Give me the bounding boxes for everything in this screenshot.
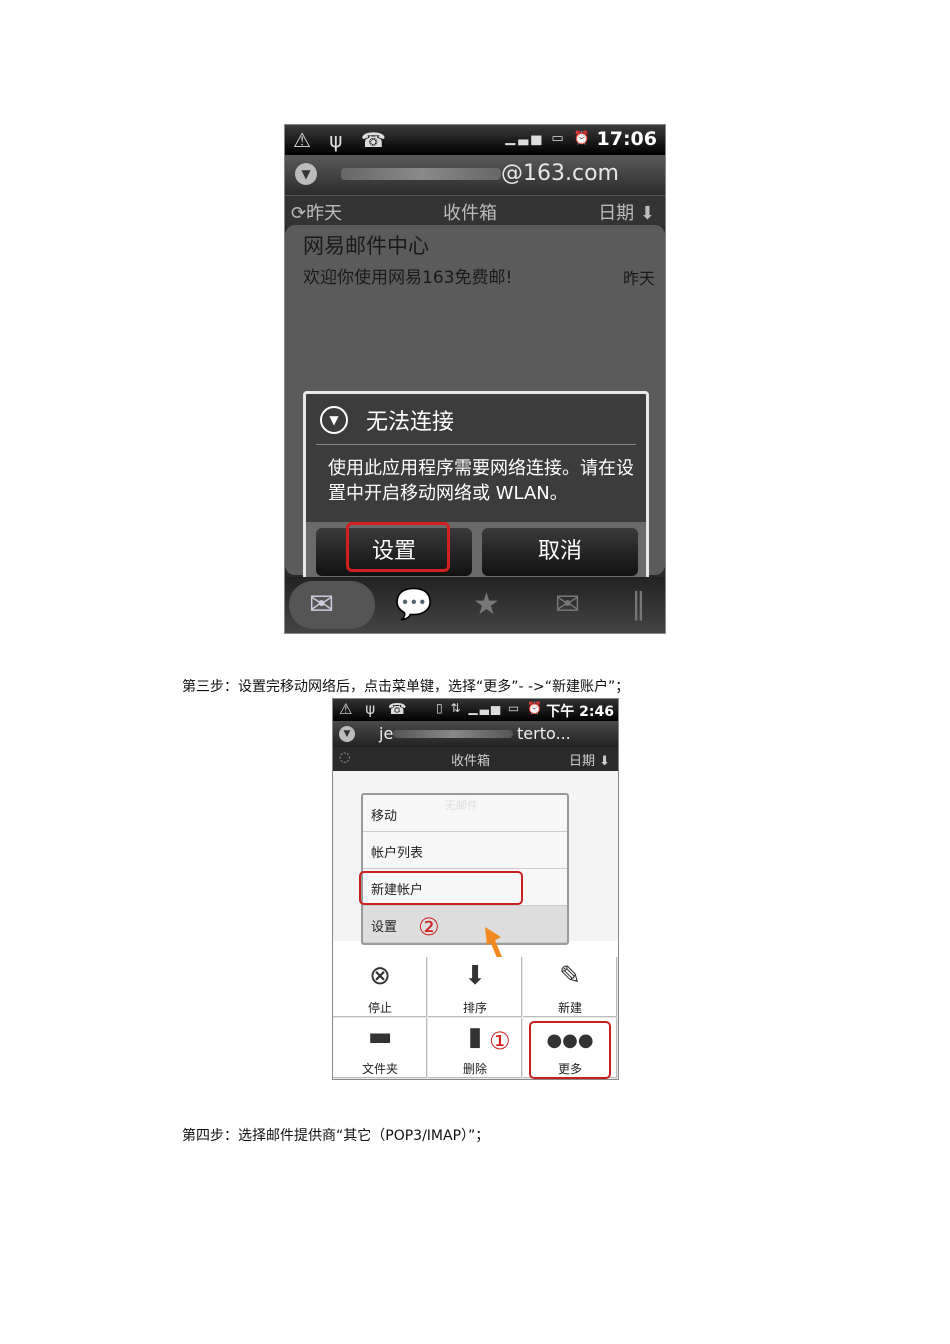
account-prefix: je — [379, 724, 394, 743]
notification-icons: ⚠ ψ ☎ — [339, 700, 411, 718]
refresh-icon[interactable]: ◌ — [339, 750, 350, 765]
divider — [316, 444, 636, 445]
pencil-icon: ✎ — [559, 961, 581, 991]
chevron-down-icon: ▼ — [320, 406, 348, 434]
attachment-icon[interactable]: ∥ — [631, 587, 646, 622]
mail-icon[interactable]: ✉ — [309, 587, 334, 622]
menu-item-move[interactable]: 移动 — [363, 795, 567, 832]
connection-error-dialog: ▼ 无法连接 使用此应用程序需要网络连接。请在设置中开启移动网络或 WLAN。 … — [303, 391, 649, 585]
step-marker-1: ① — [489, 1027, 511, 1055]
chevron-down-icon[interactable]: ▼ — [295, 163, 317, 185]
option-label: 文件夹 — [361, 1062, 398, 1076]
status-bar: ⚠ ψ ☎ ▁▃▅ ▭ ⏰ 17:06 — [285, 125, 665, 155]
step-4-caption: 第四步：选择邮件提供商“其它（POP3/IMAP）”； — [182, 1128, 490, 1144]
sort-icon: ⬇ — [464, 961, 486, 991]
step-3-caption: 第三步：设置完移动网络后，点击菜单键，选择“更多”- ->“新建账户”； — [182, 679, 630, 695]
dialog-message: 使用此应用程序需要网络连接。请在设置中开启移动网络或 WLAN。 — [328, 458, 634, 504]
inbox-title: 收件箱 — [451, 754, 491, 769]
option-label: 新建 — [557, 1001, 582, 1015]
account-suffix: terto... — [517, 724, 571, 743]
chevron-down-icon[interactable]: ▼ — [339, 726, 355, 742]
sort-by-date[interactable]: 日期 ⬇ — [598, 199, 655, 225]
mailbox-header: ◌ 收件箱 日期 ⬇ — [333, 747, 618, 771]
status-time: 下午 2:46 — [546, 704, 614, 720]
screenshot-connection-error: ⚠ ψ ☎ ▁▃▅ ▭ ⏰ 17:06 ▼ @163.com ⟳昨天 收件箱 日… — [284, 124, 666, 634]
menu-item-label: 设置 — [371, 920, 398, 935]
highlight-box — [359, 871, 523, 905]
folder-icon: ▬ — [367, 1022, 393, 1052]
menu-item-settings[interactable]: 设置 — [363, 906, 567, 943]
blurred-email — [341, 168, 501, 180]
screenshot-menu: ⚠ ψ ☎ ▯ ⇅ ▁▃▅ ▭ ⏰ 下午 2:46 ▼ je terto... … — [332, 698, 619, 1080]
status-time: 17:06 — [596, 128, 657, 150]
highlight-box — [529, 1021, 611, 1079]
starred-mail-icon[interactable]: ★ — [473, 587, 500, 622]
account-bar[interactable]: ▼ @163.com — [285, 155, 665, 195]
menu-item-label: 帐户列表 — [371, 846, 424, 861]
more-menu: 无邮件 移动 帐户列表 新建帐户 设置 — [361, 793, 569, 945]
signal-battery-alarm-icons: ▁▃▅ ▭ ⏰ — [505, 131, 593, 146]
blurred-email — [393, 730, 513, 738]
menu-item-account-list[interactable]: 帐户列表 — [363, 832, 567, 869]
message-list: 网易邮件中心 欢迎你使用网易163免费邮! 昨天 ▼ 无法连接 使用此应用程序需… — [285, 225, 665, 585]
account-bar[interactable]: ▼ je terto... — [333, 721, 618, 747]
message-date: 昨天 — [622, 269, 655, 288]
chat-icon[interactable]: 💬 — [395, 587, 432, 622]
status-bar: ⚠ ψ ☎ ▯ ⇅ ▁▃▅ ▭ ⏰ 下午 2:46 — [333, 699, 618, 721]
message-preview: 欢迎你使用网易163免费邮! — [303, 268, 513, 288]
status-icons: ▯ ⇅ ▁▃▅ ▭ ⏰ — [436, 701, 544, 715]
option-label: 排序 — [462, 1001, 487, 1015]
bottom-tab-bar: ✉ 💬 ★ ✉ ∥ — [285, 577, 665, 633]
sort-by-date[interactable]: 日期 ⬇ — [569, 750, 610, 769]
message-sender: 网易邮件中心 — [303, 234, 429, 258]
stop-option[interactable]: ⊗ 停止 — [333, 957, 427, 1017]
option-label: 删除 — [462, 1062, 487, 1076]
dialog-button-area: 设置 取消 — [306, 522, 646, 582]
refresh-yesterday[interactable]: ⟳昨天 — [291, 199, 342, 225]
compose-option[interactable]: ✎ 新建 — [523, 957, 617, 1017]
inbox-title: 收件箱 — [443, 203, 497, 224]
mailbox-header: ⟳昨天 收件箱 日期 ⬇ — [285, 195, 665, 226]
menu-item-label: 移动 — [371, 809, 398, 824]
sort-option[interactable]: ⬇ 排序 — [428, 957, 522, 1017]
folders-option[interactable]: ▬ 文件夹 — [333, 1018, 427, 1078]
envelope-icon[interactable]: ✉ — [555, 587, 580, 622]
dialog-title: 无法连接 — [366, 410, 455, 435]
step-marker-2: ② — [418, 913, 440, 941]
cancel-button[interactable]: 取消 — [482, 528, 638, 576]
option-label: 停止 — [367, 1001, 392, 1015]
highlight-box — [346, 522, 450, 572]
account-email: @163.com — [501, 161, 619, 186]
notification-icons: ⚠ ψ ☎ — [293, 128, 392, 152]
stop-icon: ⊗ — [369, 961, 391, 991]
